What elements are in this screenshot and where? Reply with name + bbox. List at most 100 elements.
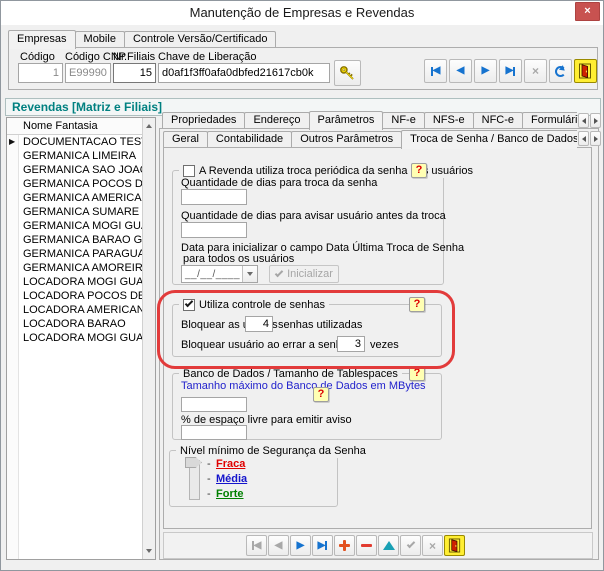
close-icon: × bbox=[584, 5, 591, 17]
level-dash: - bbox=[207, 458, 211, 470]
tab-nfse[interactable]: NFS-e bbox=[423, 112, 474, 128]
level-fraca-link[interactable]: Fraca bbox=[216, 458, 245, 470]
grid-indicator-column bbox=[7, 135, 19, 559]
db-edit-button[interactable] bbox=[378, 535, 399, 556]
grid-row[interactable]: LOCADORA MOGI GUACU bbox=[20, 275, 142, 289]
tab-controle-versao[interactable]: Controle Versão/Certificado bbox=[123, 31, 277, 47]
tab-empresas[interactable]: Empresas bbox=[8, 30, 76, 49]
troca-periodica-checkbox[interactable] bbox=[183, 164, 195, 177]
nav-exit-button[interactable] bbox=[574, 59, 597, 83]
grid-row[interactable]: GERMANICA POCOS DE CA bbox=[20, 177, 142, 191]
outer-tabs-scroll-left-button[interactable] bbox=[578, 113, 589, 128]
chevron-down-icon bbox=[247, 272, 253, 276]
tab-propriedades[interactable]: Propriedades bbox=[162, 112, 246, 128]
help-troca-periodica-button[interactable]: ? bbox=[411, 163, 427, 178]
close-button[interactable]: × bbox=[575, 2, 600, 21]
grid-header-nome-fantasia[interactable]: Nome Fantasia bbox=[7, 118, 142, 135]
nivel-senha-label: Nível mínimo de Segurança da Senha bbox=[180, 444, 366, 457]
tab-endereco[interactable]: Endereço bbox=[244, 112, 310, 128]
tab-nfe[interactable]: NF-e bbox=[382, 112, 425, 128]
current-row-marker-icon: ▶ bbox=[9, 137, 16, 146]
tab-parametros[interactable]: Parâmetros bbox=[308, 111, 384, 130]
db-insert-button[interactable] bbox=[334, 535, 355, 556]
dias-troca-label: Quantidade de dias para troca da senha bbox=[181, 177, 378, 189]
grid-row[interactable]: GERMANICA PARAGUACU bbox=[20, 247, 142, 261]
tab-geral[interactable]: Geral bbox=[163, 131, 208, 147]
nav-cancel-button[interactable]: × bbox=[524, 59, 547, 83]
help-tamanho-button[interactable]: ? bbox=[313, 387, 329, 402]
filiais-field[interactable] bbox=[113, 63, 156, 83]
chave-field[interactable] bbox=[158, 63, 330, 83]
data-inicializar-label-2: para todos os usuários bbox=[183, 253, 295, 265]
db-cancel-button[interactable]: × bbox=[422, 535, 443, 556]
bloquear-ultimas-suffix: senhas utilizadas bbox=[278, 319, 363, 331]
scroll-up-button[interactable] bbox=[143, 119, 155, 133]
grid-row[interactable]: GERMANICA BARAO GERA bbox=[20, 233, 142, 247]
controle-senhas-checkbox[interactable] bbox=[183, 298, 195, 311]
grid-row[interactable]: GERMANICA AMERICANA bbox=[20, 191, 142, 205]
nav-first-button[interactable]: ◀ bbox=[424, 59, 447, 83]
db-prior-button[interactable]: ◀ bbox=[268, 535, 289, 556]
nav-last-button[interactable]: ▶ bbox=[499, 59, 522, 83]
codigo-field[interactable] bbox=[18, 63, 63, 83]
dias-aviso-field[interactable] bbox=[181, 222, 247, 238]
tab-outros-parametros[interactable]: Outros Parâmetros bbox=[291, 131, 403, 147]
last-bar-icon bbox=[325, 541, 328, 550]
grid-row[interactable]: LOCADORA AMERICANA bbox=[20, 303, 142, 317]
grid-row[interactable]: GERMANICA LIMEIRA bbox=[20, 149, 142, 163]
db-exit-button[interactable] bbox=[444, 535, 465, 556]
tab-contabilidade[interactable]: Contabilidade bbox=[206, 131, 293, 147]
bloquear-errar-field[interactable] bbox=[337, 336, 365, 352]
grid-row[interactable]: DOCUMENTACAO TESTE bbox=[20, 135, 142, 149]
nav-refresh-button[interactable] bbox=[549, 59, 572, 83]
chave-key-button[interactable] bbox=[334, 60, 361, 86]
chave-label: Chave de Liberação bbox=[158, 51, 257, 63]
bloquear-errar-suffix: vezes bbox=[370, 339, 399, 351]
tamanho-maximo-field[interactable] bbox=[181, 397, 247, 412]
tab-mobile[interactable]: Mobile bbox=[74, 31, 125, 47]
date-dropdown-button[interactable] bbox=[242, 266, 257, 282]
grid-row[interactable]: GERMANICA AMOREIRAS bbox=[20, 261, 142, 275]
espaco-livre-field[interactable] bbox=[181, 425, 247, 440]
tab-formularios[interactable]: Formulários bbox=[522, 112, 577, 128]
group-controle-senhas-legend: Utiliza controle de senhas bbox=[179, 297, 329, 312]
level-forte-link[interactable]: Forte bbox=[216, 488, 244, 500]
inner-tabs-scroll-left-button[interactable] bbox=[578, 131, 589, 146]
group-banco-dados-legend: Banco de Dados / Tamanho de Tablespaces bbox=[179, 366, 402, 381]
dias-troca-field[interactable] bbox=[181, 189, 247, 205]
tab-troca-senha-banco-dados[interactable]: Troca de Senha / Banco de Dados bbox=[401, 130, 577, 149]
grid-row[interactable]: GERMANICA MOGI GUACU bbox=[20, 219, 142, 233]
tamanho-maximo-label: Tamanho máximo do Banco de Dados em MByt… bbox=[181, 380, 426, 392]
grid-vertical-scrollbar[interactable] bbox=[142, 118, 155, 559]
db-next-button[interactable]: ▶ bbox=[290, 535, 311, 556]
inicializar-button[interactable]: Inicializar bbox=[269, 265, 339, 283]
grid-row[interactable]: LOCADORA BARAO bbox=[20, 317, 142, 331]
nav-prior-button[interactable]: ◀ bbox=[449, 59, 472, 83]
date-mask: __/__/____ bbox=[185, 268, 241, 280]
grid-row[interactable]: LOCADORA POCOS DE CA bbox=[20, 289, 142, 303]
scroll-down-button[interactable] bbox=[143, 544, 155, 558]
cnp-field[interactable] bbox=[65, 63, 111, 83]
codigo-label: Código bbox=[20, 51, 55, 63]
tab-nfce[interactable]: NFC-e bbox=[472, 112, 524, 128]
help-controle-senhas-button[interactable]: ? bbox=[409, 297, 425, 312]
db-last-button[interactable]: ▶ bbox=[312, 535, 333, 556]
check-icon bbox=[274, 268, 284, 277]
data-inicializar-combo[interactable]: __/__/____ bbox=[181, 265, 258, 283]
grid-rows: DOCUMENTACAO TESTE GERMANICA LIMEIRA GER… bbox=[20, 135, 142, 345]
db-first-button[interactable]: ◀ bbox=[246, 535, 267, 556]
level-media-link[interactable]: Média bbox=[216, 473, 247, 485]
db-delete-button[interactable] bbox=[356, 535, 377, 556]
outer-tabs-scroll-right-button[interactable] bbox=[590, 113, 601, 128]
refresh-icon bbox=[555, 65, 566, 77]
inner-tabs-scroll-right-button[interactable] bbox=[590, 131, 601, 146]
bloquear-ultimas-field[interactable] bbox=[245, 316, 273, 332]
grid-row[interactable]: GERMANICA SUMARE bbox=[20, 205, 142, 219]
grid-row[interactable]: GERMANICA SAO JOAO DA bbox=[20, 163, 142, 177]
nav-next-button[interactable]: ▶ bbox=[474, 59, 497, 83]
help-icon: ? bbox=[415, 164, 423, 176]
help-banco-dados-button[interactable]: ? bbox=[409, 366, 425, 381]
titlebar: Manutenção de Empresas e Revendas × bbox=[1, 1, 603, 25]
grid-row[interactable]: LOCADORA MOGI GUACU bbox=[20, 331, 142, 345]
db-post-button[interactable] bbox=[400, 535, 421, 556]
